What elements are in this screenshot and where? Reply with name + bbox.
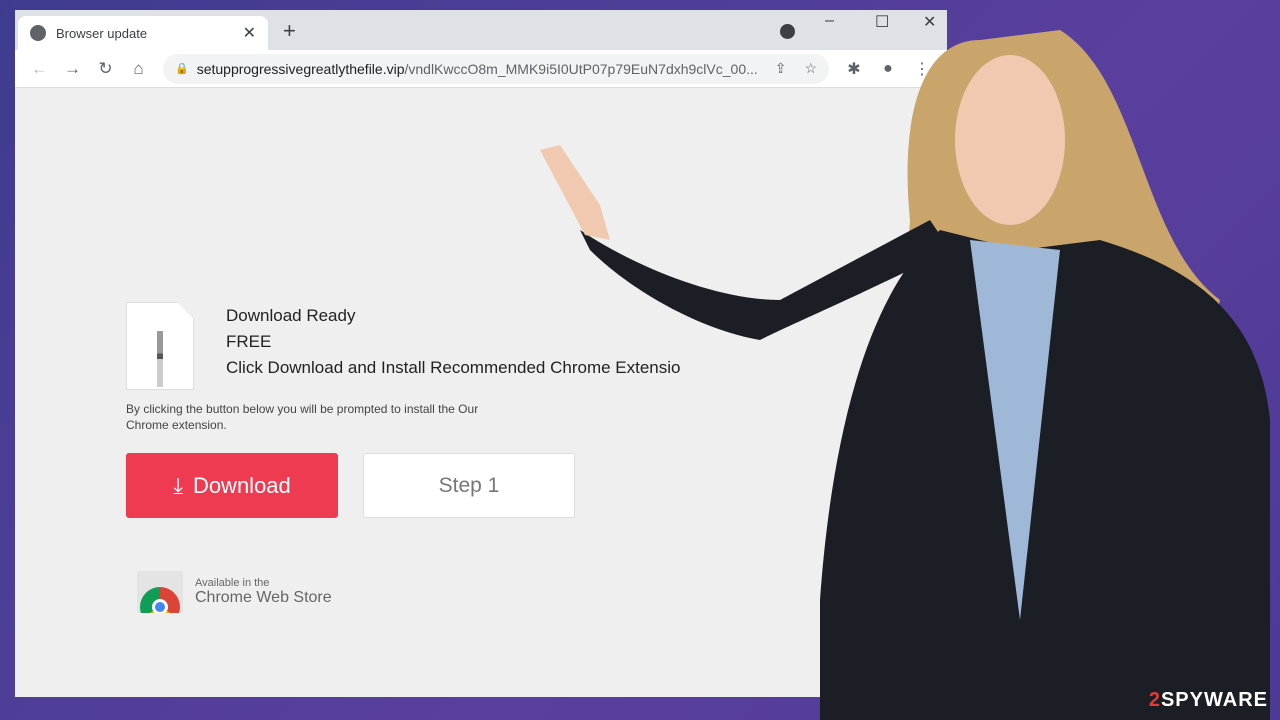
lock-icon: 🔒: [175, 63, 189, 75]
tab-title: Browser update: [56, 25, 148, 41]
url-host: setupprogressivegreatlythefile.vip: [196, 60, 405, 77]
tab-browser-update[interactable]: Browser update ✕: [18, 16, 268, 50]
download-button[interactable]: ⤓ Download: [126, 453, 338, 518]
reload-icon[interactable]: ↻: [89, 59, 122, 79]
chrome-web-store-badge[interactable]: Available in the Chrome Web Store: [137, 571, 332, 613]
new-tab-button[interactable]: +: [283, 18, 296, 44]
chrome-logo-icon: [137, 571, 183, 613]
home-icon[interactable]: ⌂: [122, 59, 155, 79]
zip-file-icon: [126, 302, 194, 390]
globe-icon: [30, 25, 46, 41]
forward-icon[interactable]: →: [56, 59, 89, 79]
cws-small-text: Available in the: [195, 577, 270, 589]
disclaimer-text: By clicking the button below you will be…: [126, 402, 479, 432]
2spyware-watermark: 2SPYWARE: [1148, 689, 1268, 711]
back-icon[interactable]: ←: [23, 59, 56, 79]
download-ready-text: Download Ready: [226, 306, 356, 325]
free-text: FREE: [226, 332, 272, 351]
download-label: Download: [192, 472, 291, 498]
cws-main-text: Chrome Web Store: [195, 589, 332, 606]
step-label: Step 1: [438, 473, 500, 497]
presenter-photo: [540, 30, 1270, 720]
download-icon: ⤓: [173, 472, 183, 498]
close-tab-icon[interactable]: ✕: [243, 23, 256, 43]
